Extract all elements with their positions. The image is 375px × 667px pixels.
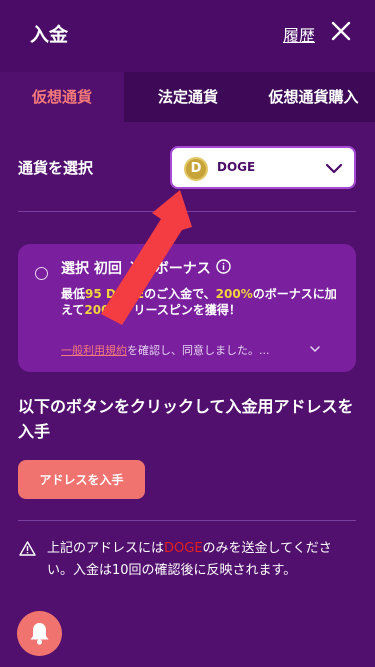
currency-select-label: 通貨を選択 <box>18 159 94 177</box>
get-address-button[interactable]: アドレスを入手 <box>18 460 145 499</box>
bonus-title: 選択 初回 入金ボーナス <box>61 261 211 277</box>
bonus-card[interactable]: 選択 初回 入金ボーナス 最低95 DOGEのご入金で、200%のボーナスに加え… <box>18 244 356 372</box>
doge-coin-icon: D <box>184 157 208 181</box>
coin-letter: D <box>190 161 202 176</box>
terms-link[interactable]: 一般利用規約 <box>61 344 127 357</box>
instruction-text: 以下のボタンをクリックして入金用アドレスを入手 <box>18 397 354 441</box>
tab-crypto[interactable]: 仮想通貨 <box>0 72 124 122</box>
header-bar: 入金 履歴 <box>0 0 375 72</box>
page-title: 入金 <box>30 24 69 46</box>
chevron-down-icon[interactable] <box>310 345 320 353</box>
bonus-free-spins: 200 <box>84 303 110 317</box>
divider <box>18 211 356 212</box>
bonus-percent: 200% <box>215 287 253 301</box>
selected-currency: DOGE <box>217 160 256 174</box>
bonus-min-amount: 95 DOGE <box>85 287 145 301</box>
divider <box>18 520 356 521</box>
warning-icon <box>19 541 36 556</box>
currency-dropdown[interactable]: D DOGE <box>170 146 356 189</box>
notice-currency: DOGE <box>164 541 203 556</box>
tab-bar: 仮想通貨 法定通貨 仮想通貨購入 <box>0 72 375 122</box>
bonus-radio[interactable] <box>35 267 48 280</box>
notification-button[interactable] <box>17 611 62 656</box>
bell-icon <box>30 623 49 645</box>
tab-buy-crypto[interactable]: 仮想通貨購入 <box>252 72 375 122</box>
info-icon[interactable] <box>216 259 231 274</box>
close-icon[interactable] <box>330 20 352 42</box>
deposit-notice: 上記のアドレスにはDOGEのみを送金してください。入金は10回の確認後に反映され… <box>47 541 332 578</box>
chevron-down-icon <box>325 163 343 174</box>
bonus-description: 最低95 DOGEのご入金で、200%のボーナスに加えて200のフリースピンを獲… <box>61 287 337 317</box>
terms-text: 一般利用規約を確認し、同意しました。... <box>61 344 270 357</box>
history-link[interactable]: 履歴 <box>283 22 315 46</box>
tab-fiat[interactable]: 法定通貨 <box>124 72 252 122</box>
